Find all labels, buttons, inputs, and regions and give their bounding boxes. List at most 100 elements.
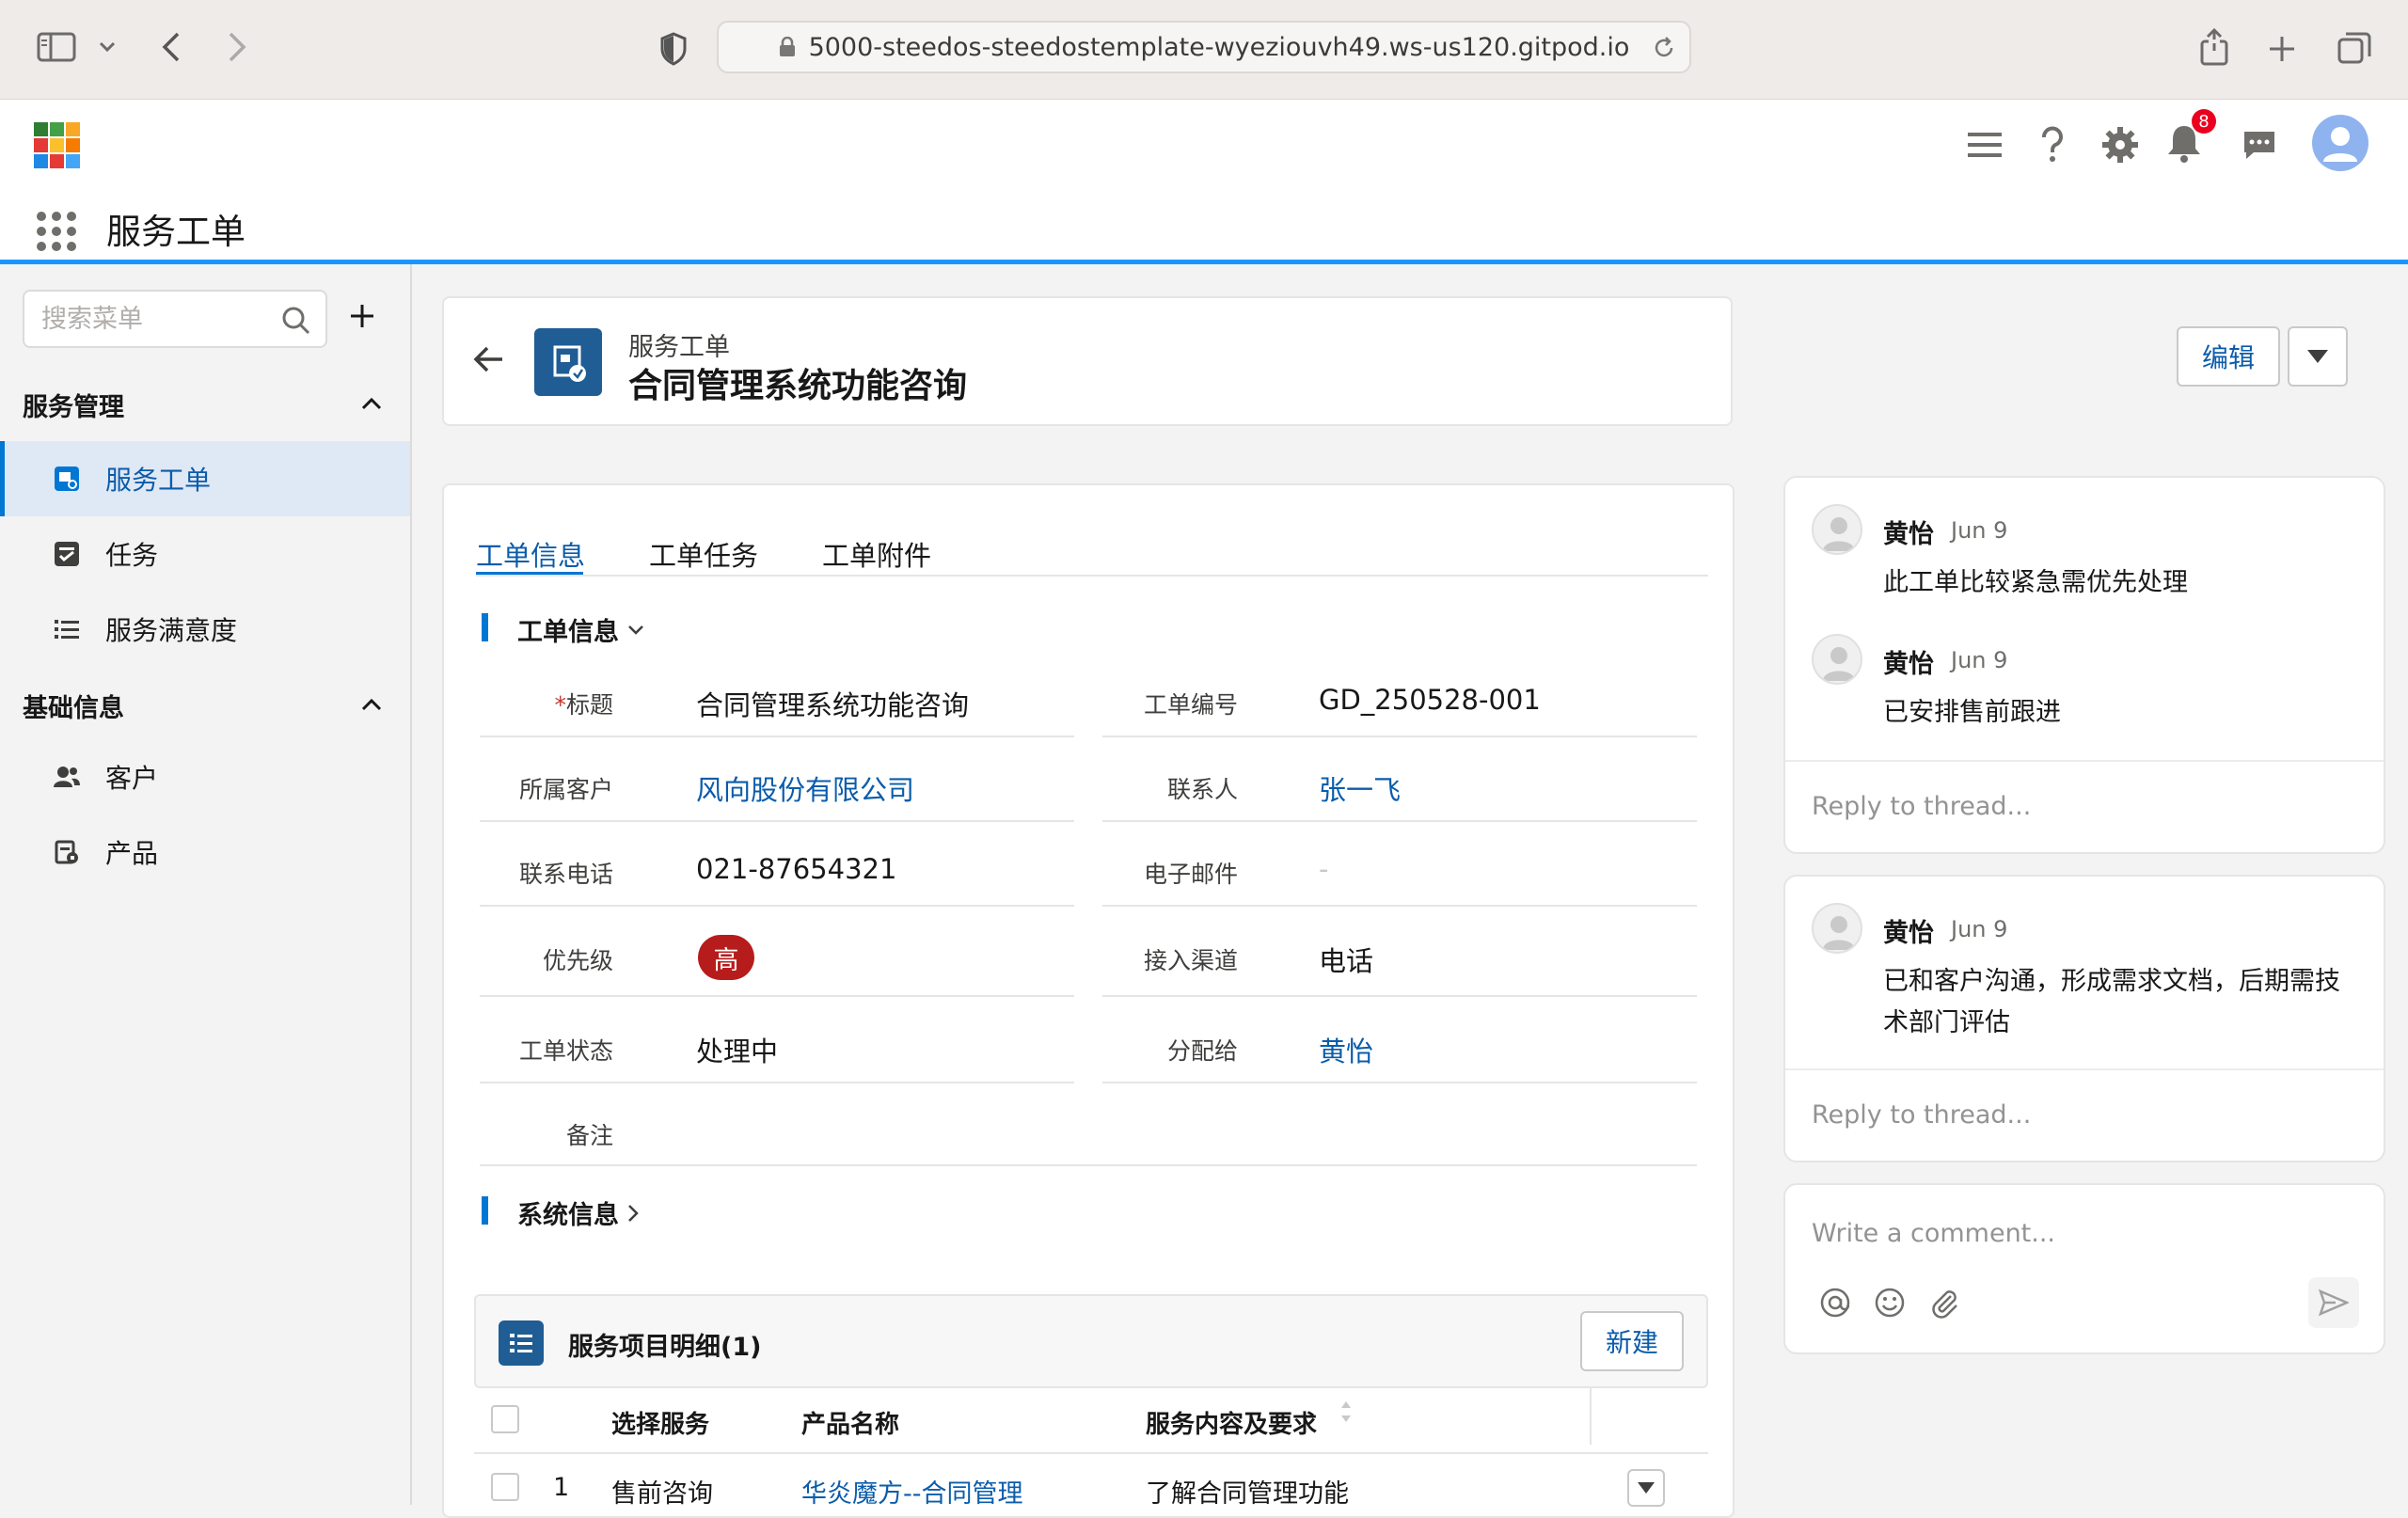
app-logo[interactable]: [34, 122, 81, 169]
row-checkbox[interactable]: [491, 1473, 519, 1501]
tab-ticket-attachments[interactable]: 工单附件: [822, 534, 931, 574]
help-icon[interactable]: [2034, 124, 2071, 166]
field-channel: 电话: [1319, 945, 1374, 977]
search-icon[interactable]: [282, 307, 310, 335]
field-contact-link[interactable]: 张一飞: [1319, 768, 1401, 808]
field-label-customer: 所属客户: [518, 776, 613, 803]
sidebar-item-product[interactable]: 产品: [0, 814, 410, 890]
sidebar-item-customer[interactable]: 客户: [0, 739, 410, 814]
search-input[interactable]: [24, 292, 260, 346]
related-list-header: 服务项目明细(1) 新建: [474, 1294, 1708, 1388]
comment-thread: 黄怡 Jun 9 已和客户沟通，形成需求文档，后期需技术部门评估 Reply t…: [1783, 875, 2385, 1162]
comment-date: Jun 9: [1951, 647, 2008, 673]
share-icon[interactable]: [2195, 26, 2233, 68]
sidebar-item-satisfaction[interactable]: 服务满意度: [0, 592, 410, 667]
field-divider: [480, 820, 1074, 822]
column-header[interactable]: 选择服务: [611, 1405, 709, 1440]
comment-text: 此工单比较紧急需优先处理: [1883, 568, 2188, 597]
attachment-icon[interactable]: [1928, 1287, 1960, 1319]
nav-group-service[interactable]: 服务管理: [23, 387, 124, 423]
field-ticket-number: GD_250528-001: [1319, 684, 1541, 716]
address-bar[interactable]: 5000-steedos-steedostemplate-wyeziouvh49…: [717, 21, 1691, 73]
tab-ticket-tasks[interactable]: 工单任务: [649, 534, 758, 574]
field-divider: [1102, 820, 1697, 822]
edit-button[interactable]: 编辑: [2177, 326, 2280, 387]
field-customer-link[interactable]: 风向股份有限公司: [696, 768, 914, 808]
avatar[interactable]: [1812, 903, 1862, 954]
comment-author[interactable]: 黄怡: [1883, 643, 1934, 680]
column-divider: [1590, 1388, 1592, 1445]
related-list-title: 服务项目明细(1): [568, 1333, 762, 1362]
row-product-link[interactable]: 华炎魔方--合同管理: [801, 1473, 1023, 1510]
new-item-button[interactable]: 新建: [1580, 1311, 1684, 1371]
tab-overview-icon[interactable]: [2335, 28, 2374, 68]
reply-input[interactable]: Reply to thread...: [1812, 1100, 2031, 1130]
record-header: 服务工单 合同管理系统功能咨询: [442, 296, 1733, 426]
details-panel: 工单信息 工单任务 工单附件 工单信息 *标题 合同管理系统功能咨询 工单编号 …: [442, 483, 1735, 1518]
chevron-down-icon[interactable]: [94, 36, 120, 58]
comment-text: 已和客户沟通，形成需求文档，后期需技术部门评估: [1883, 967, 2340, 1037]
priority-badge: 高: [698, 935, 754, 980]
add-menu-button[interactable]: [348, 302, 378, 332]
emoji-icon[interactable]: [1874, 1287, 1906, 1319]
back-arrow-icon[interactable]: [472, 345, 506, 379]
row-index: 1: [553, 1473, 570, 1502]
record-type-icon: [534, 328, 602, 396]
field-divider: [480, 1164, 1697, 1166]
url-text: 5000-steedos-steedostemplate-wyeziouvh49…: [808, 32, 1630, 62]
chevron-up-icon[interactable]: [357, 389, 386, 418]
list-icon: [53, 615, 81, 643]
mention-icon[interactable]: [1819, 1287, 1851, 1319]
avatar[interactable]: [1812, 634, 1862, 685]
ticket-icon: [53, 465, 81, 493]
users-icon: [53, 763, 81, 791]
reply-input[interactable]: Reply to thread...: [1812, 792, 2031, 821]
field-label-status: 工单状态: [518, 1037, 613, 1065]
comment-author[interactable]: 黄怡: [1883, 514, 1934, 550]
field-label-title: *标题: [554, 691, 613, 719]
app-header: 8 服务工单: [0, 100, 2408, 264]
send-icon: [2319, 1289, 2349, 1317]
field-title: 合同管理系统功能咨询: [696, 689, 970, 721]
comment-author[interactable]: 黄怡: [1883, 912, 1934, 949]
chat-icon[interactable]: [2239, 126, 2280, 164]
field-divider: [480, 995, 1074, 997]
send-button[interactable]: [2308, 1277, 2359, 1328]
chevron-up-icon[interactable]: [357, 690, 386, 719]
shield-icon[interactable]: [657, 30, 690, 68]
field-label-remark: 备注: [565, 1122, 613, 1149]
row-actions-button[interactable]: [1627, 1469, 1665, 1507]
field-label-phone: 联系电话: [518, 861, 613, 888]
sidebar-item-service-ticket[interactable]: 服务工单: [0, 441, 410, 516]
section-ticket-info[interactable]: 工单信息: [517, 611, 645, 648]
section-system-info[interactable]: 系统信息: [517, 1194, 640, 1231]
app-title: 服务工单: [106, 212, 246, 252]
nav-group-basic[interactable]: 基础信息: [23, 688, 124, 724]
field-label-priority: 优先级: [542, 947, 613, 974]
comment-composer: Write a comment...: [1783, 1183, 2385, 1354]
tab-ticket-info[interactable]: 工单信息: [476, 534, 585, 574]
field-email: -: [1319, 853, 1329, 885]
select-all-checkbox[interactable]: [491, 1405, 519, 1433]
forward-icon[interactable]: [220, 28, 254, 66]
menu-icon[interactable]: [1966, 126, 2004, 164]
avatar[interactable]: [1812, 504, 1862, 555]
back-icon[interactable]: [154, 28, 188, 66]
sort-icon[interactable]: [1339, 1399, 1353, 1424]
sidebar-item-task[interactable]: 任务: [0, 516, 410, 592]
sidebar-toggle-icon[interactable]: [36, 30, 77, 64]
reload-icon[interactable]: [1652, 36, 1676, 60]
field-divider: [480, 1082, 1074, 1083]
app-launcher-icon[interactable]: [36, 211, 77, 252]
new-tab-icon[interactable]: [2263, 30, 2301, 68]
comment-input[interactable]: Write a comment...: [1812, 1219, 2055, 1248]
sidebar-item-label: 服务满意度: [105, 615, 238, 646]
more-actions-button[interactable]: [2288, 326, 2348, 387]
gear-icon[interactable]: [2099, 124, 2141, 166]
avatar[interactable]: [2312, 115, 2368, 171]
field-divider: [1102, 905, 1697, 907]
column-header[interactable]: 产品名称: [801, 1405, 899, 1440]
sidebar: 服务管理 服务工单 任务 服务满意度 基础信息 客户 产品: [0, 264, 412, 1505]
field-assignee-link[interactable]: 黄怡: [1319, 1030, 1373, 1069]
column-header[interactable]: 服务内容及要求: [1146, 1405, 1317, 1440]
